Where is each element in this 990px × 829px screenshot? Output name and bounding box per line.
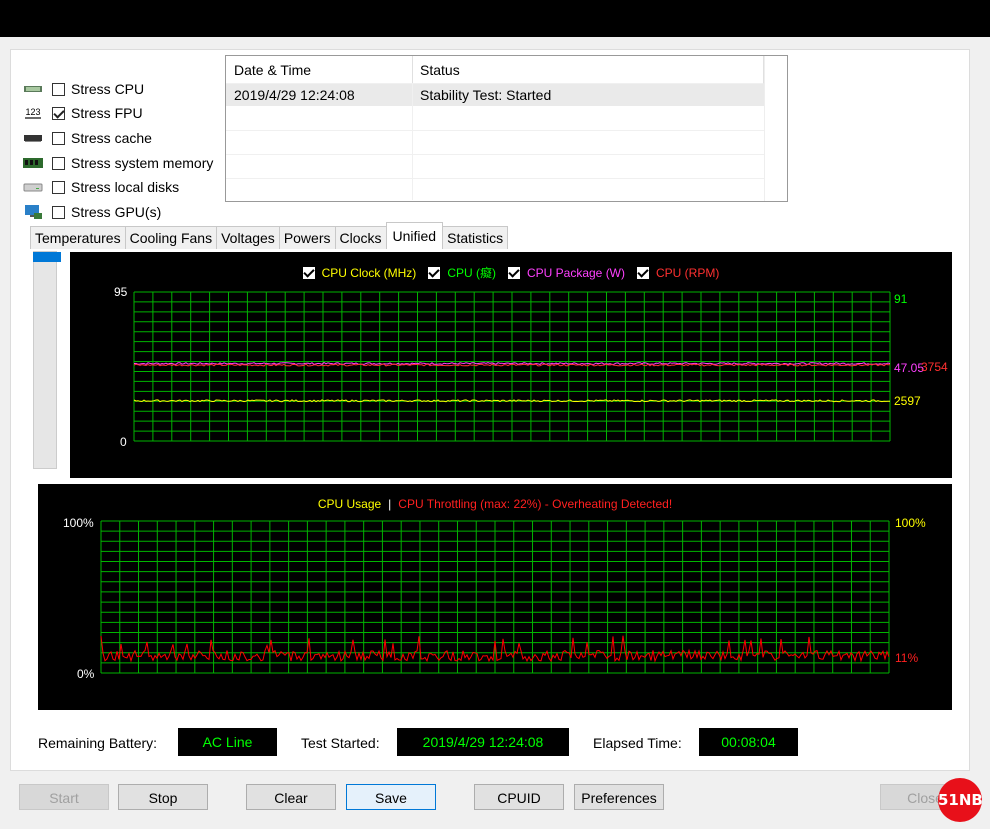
stress-option-4[interactable]: Stress system memory — [22, 153, 213, 173]
vertical-scrollbar[interactable] — [764, 56, 787, 201]
usage-chart-plot — [100, 520, 890, 674]
cpuid-button[interactable]: CPUID — [474, 784, 564, 810]
test-started-label: Test Started: — [301, 735, 380, 751]
tab-clocks[interactable]: Clocks — [334, 226, 387, 249]
stress-checkbox[interactable] — [52, 106, 65, 120]
disk-icon — [22, 179, 44, 195]
tab-voltages[interactable]: Voltages — [216, 226, 280, 249]
y-axis-bottom-label: 0% — [77, 667, 95, 681]
unified-chart: CPU Clock (MHz) CPU (癡) CPU Package (W) CPU… — [70, 252, 952, 478]
chart-scroll-slider[interactable] — [33, 251, 61, 469]
row-divider — [226, 178, 764, 179]
gpu-monitor-icon — [22, 204, 44, 220]
row-divider — [226, 154, 764, 155]
elapsed-time-label: Elapsed Time: — [593, 735, 682, 751]
throttle-end-label: 11% — [895, 651, 919, 665]
unified-chart-plot — [133, 291, 891, 442]
row-status: Stability Test: Started — [420, 87, 552, 103]
tab-unified[interactable]: Unified — [385, 222, 444, 249]
stress-option-label: Stress CPU — [71, 81, 145, 97]
y-axis-right-top-label: 100% — [895, 516, 926, 530]
column-header-datetime[interactable]: Date & Time — [226, 56, 413, 84]
column-header-status[interactable]: Status — [412, 56, 764, 84]
series-end-label-clock: 2597 — [894, 394, 921, 408]
stress-option-label: Stress GPU(s) — [71, 204, 162, 220]
battery-value: AC Line — [178, 728, 277, 756]
start-button[interactable]: Start — [19, 784, 109, 810]
tab-temperatures[interactable]: Temperatures — [30, 226, 126, 249]
stress-option-label: Stress system memory — [71, 155, 214, 171]
stop-button[interactable]: Stop — [118, 784, 208, 810]
preferences-button[interactable]: Preferences — [574, 784, 664, 810]
log-table: Date & Time Status 2019/4/29 12:24:08 St… — [225, 55, 788, 202]
tab-cooling-fans[interactable]: Cooling Fans — [124, 226, 218, 249]
stress-option-label: Stress local disks — [71, 179, 180, 195]
y-axis-top-label: 100% — [63, 516, 94, 530]
stress-checkbox[interactable] — [52, 82, 65, 96]
row-datetime: 2019/4/29 12:24:08 — [234, 87, 355, 103]
stress-checkbox[interactable] — [52, 131, 65, 145]
row-divider — [226, 130, 764, 131]
stress-option-3[interactable]: Stress cache — [22, 128, 152, 148]
memory-module-icon — [22, 155, 44, 171]
watermark-logo: 51NB — [938, 778, 983, 822]
tab-powers[interactable]: Powers — [278, 226, 336, 249]
stress-option-1[interactable]: Stress CPU — [22, 79, 144, 99]
series-end-label-rpm: 3754 — [921, 360, 948, 374]
clear-button[interactable]: Clear — [246, 784, 336, 810]
stability-test-window: Stress CPU 123 Stress FPU Stress cache Stres… — [0, 37, 990, 829]
stress-checkbox[interactable] — [52, 205, 65, 219]
stress-option-6[interactable]: Stress GPU(s) — [22, 202, 161, 222]
usage-chart: CPU Usage | CPU Throttling (max: 22%) - … — [38, 484, 952, 710]
y-axis-max-label: 95 — [114, 285, 128, 299]
column-divider — [412, 84, 413, 200]
stress-checkbox[interactable] — [52, 180, 65, 194]
y-axis-right-top-label: 91 — [894, 292, 908, 306]
stress-checkbox[interactable] — [52, 156, 65, 170]
stress-option-5[interactable]: Stress local disks — [22, 177, 179, 197]
stress-option-2[interactable]: 123 Stress FPU — [22, 103, 143, 123]
table-row[interactable]: 2019/4/29 12:24:08 Stability Test: Start… — [226, 84, 764, 106]
slider-thumb[interactable] — [33, 252, 61, 262]
test-started-value: 2019/4/29 12:24:08 — [397, 728, 569, 756]
cache-chip-icon — [22, 130, 44, 146]
cpu-chip-icon — [22, 81, 44, 97]
stress-option-label: Stress FPU — [71, 105, 143, 121]
y-axis-min-label: 0 — [120, 435, 127, 449]
tab-bar: Temperatures Cooling Fans Voltages Powers Cl… — [30, 222, 509, 249]
elapsed-time-value: 00:08:04 — [699, 728, 798, 756]
tab-statistics[interactable]: Statistics — [442, 226, 509, 249]
battery-label: Remaining Battery: — [38, 735, 158, 751]
series-end-label-package: 47.05 — [894, 361, 925, 375]
stress-option-label: Stress cache — [71, 130, 152, 146]
save-button[interactable]: Save — [346, 784, 436, 810]
fpu-123-icon: 123 — [25, 106, 41, 119]
